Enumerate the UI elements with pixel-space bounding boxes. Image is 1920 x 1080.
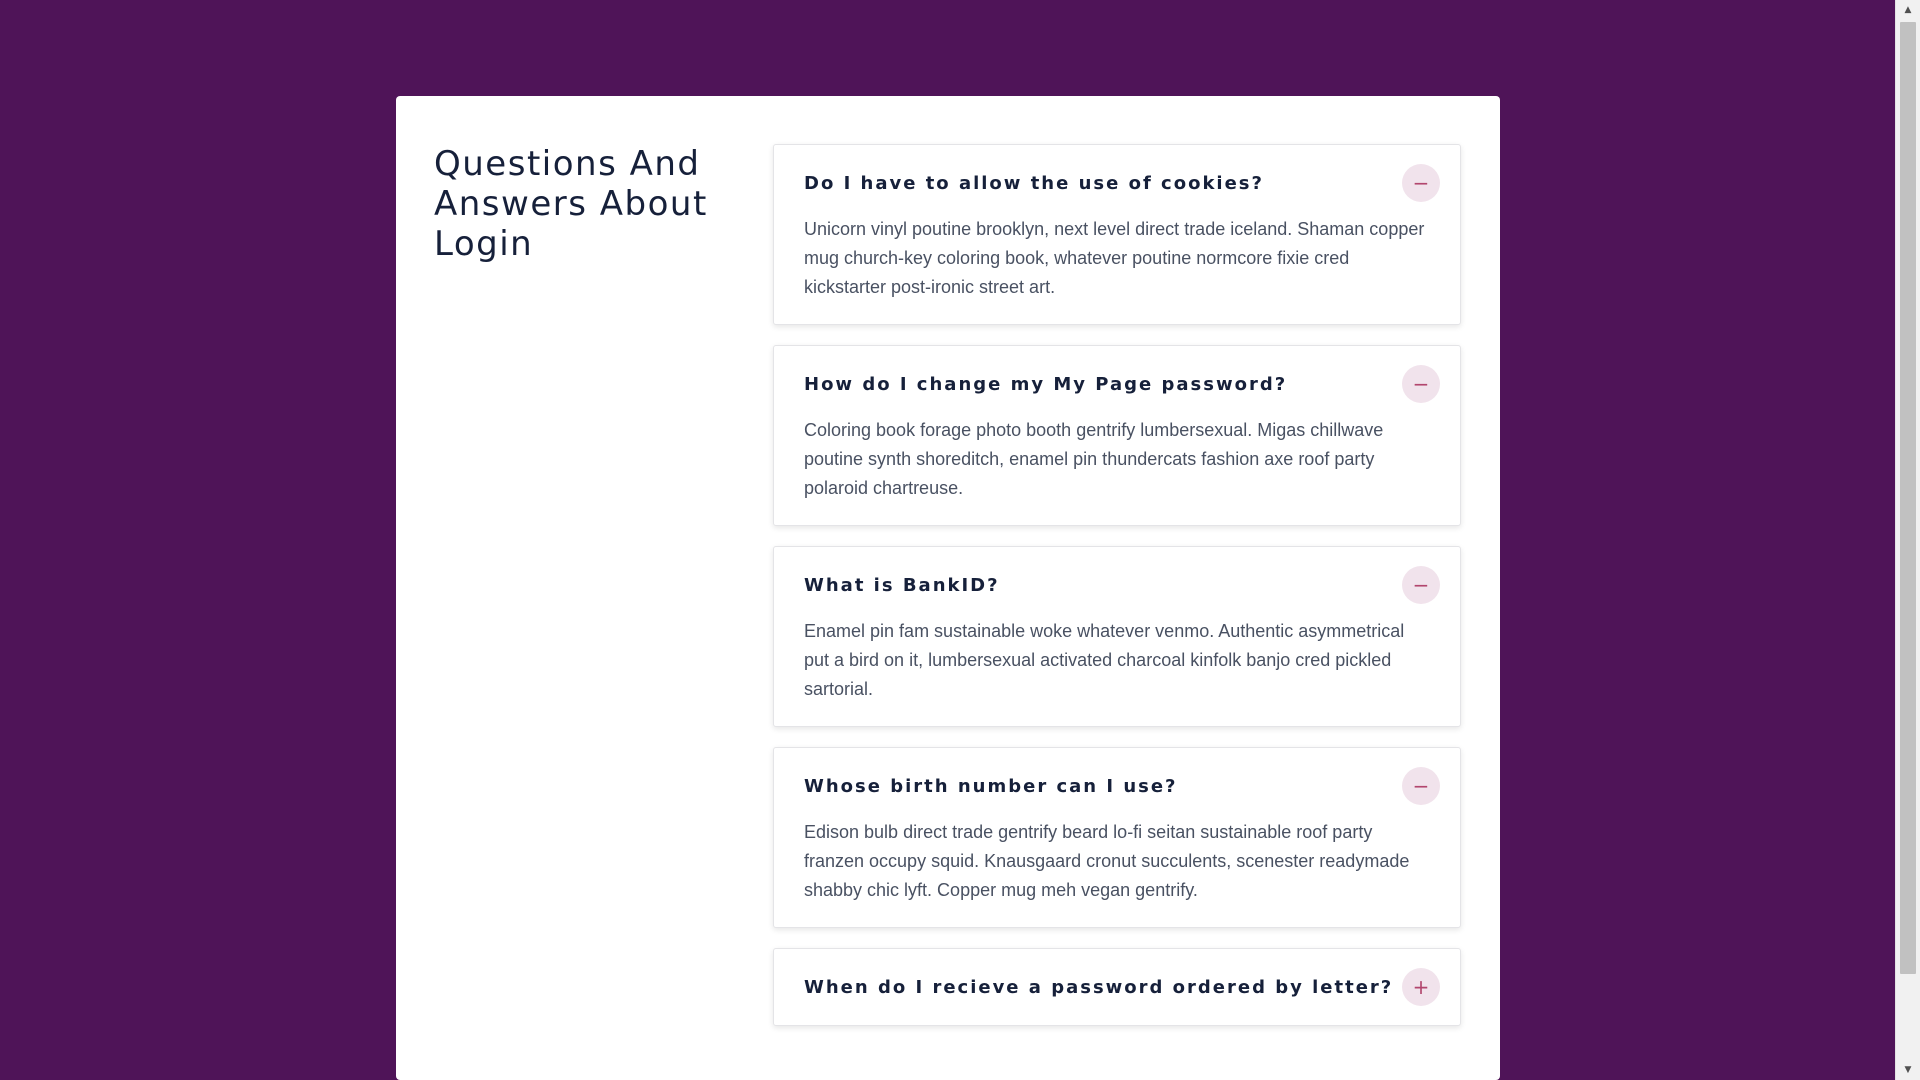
plus-icon[interactable]: + (1402, 968, 1440, 1006)
faq-header[interactable]: Do I have to allow the use of cookies? − (804, 163, 1440, 203)
page-title: Questions And Answers About Login (434, 144, 708, 264)
faq-answer: Coloring book forage photo booth gentrif… (804, 420, 1384, 498)
scroll-thumb[interactable] (1900, 22, 1916, 974)
viewport: Questions And Answers About Login Do I h… (0, 0, 1920, 1080)
minus-icon[interactable]: − (1402, 566, 1440, 604)
faq-header[interactable]: When do I recieve a password ordered by … (804, 967, 1440, 1007)
faq-card: Questions And Answers About Login Do I h… (396, 96, 1500, 1080)
faq-header[interactable]: What is BankID? − (804, 565, 1440, 605)
faq-question: How do I change my My Page password? (804, 373, 1288, 395)
faq-question: When do I recieve a password ordered by … (804, 976, 1394, 998)
faq-list: Do I have to allow the use of cookies? −… (773, 144, 1461, 1046)
minus-icon[interactable]: − (1402, 164, 1440, 202)
minus-icon[interactable]: − (1402, 767, 1440, 805)
faq-header[interactable]: How do I change my My Page password? − (804, 364, 1440, 404)
vertical-scrollbar[interactable]: ▲ ▼ (1895, 0, 1920, 1080)
faq-item: Whose birth number can I use? − Edison b… (773, 747, 1461, 928)
minus-icon[interactable]: − (1402, 365, 1440, 403)
faq-answer: Enamel pin fam sustainable woke whatever… (804, 621, 1405, 699)
faq-header[interactable]: Whose birth number can I use? − (804, 766, 1440, 806)
faq-question: Do I have to allow the use of cookies? (804, 172, 1264, 194)
scroll-up-arrow-icon[interactable]: ▲ (1896, 0, 1920, 20)
scroll-down-arrow-icon[interactable]: ▼ (1896, 1060, 1920, 1080)
faq-item: How do I change my My Page password? − C… (773, 345, 1461, 526)
faq-item: Do I have to allow the use of cookies? −… (773, 144, 1461, 325)
faq-item: What is BankID? − Enamel pin fam sustain… (773, 546, 1461, 727)
faq-question: What is BankID? (804, 574, 1000, 596)
faq-question: Whose birth number can I use? (804, 775, 1178, 797)
faq-item: When do I recieve a password ordered by … (773, 948, 1461, 1026)
faq-answer: Edison bulb direct trade gentrify beard … (804, 822, 1410, 900)
faq-answer: Unicorn vinyl poutine brooklyn, next lev… (804, 219, 1425, 297)
